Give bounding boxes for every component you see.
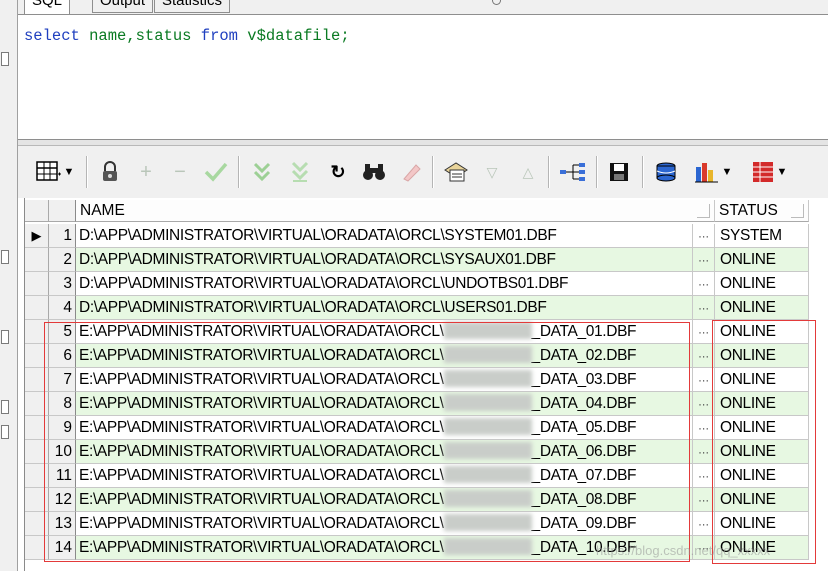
- panel-marker: [1, 425, 9, 439]
- table-icon: [752, 162, 773, 182]
- sql-statement: select name,status from v$datafile;: [24, 27, 350, 45]
- grid-layout-button[interactable]: ▼: [32, 158, 78, 186]
- chart-icon: [694, 163, 718, 183]
- post-edit-icon[interactable]: [202, 158, 230, 186]
- cell-name[interactable]: D:\APP\ADMINISTRATOR\VIRTUAL\ORADATA\ORC…: [76, 272, 693, 296]
- tab-output[interactable]: Output: [92, 0, 154, 13]
- refresh-icon[interactable]: ↻: [326, 158, 350, 186]
- row-selector[interactable]: [25, 248, 49, 272]
- chart-button[interactable]: ▼: [688, 158, 738, 186]
- sort-desc-icon[interactable]: ▽: [480, 158, 504, 186]
- find-icon[interactable]: [360, 158, 388, 186]
- tab-statistics[interactable]: Statistics: [154, 0, 231, 13]
- cell-ellipsis-button[interactable]: ···: [693, 224, 715, 248]
- grid-layout-icon: [35, 161, 61, 181]
- annotation-box-status: [712, 320, 816, 564]
- row-selector[interactable]: [25, 296, 49, 320]
- cell-ellipsis-button[interactable]: ···: [693, 248, 715, 272]
- column-header-status[interactable]: STATUS: [715, 200, 809, 222]
- row-selector[interactable]: [25, 272, 49, 296]
- table-button[interactable]: ▼: [744, 158, 794, 186]
- tab-bar: SQL Output Statistics: [18, 0, 828, 15]
- row-number: 1: [49, 224, 76, 248]
- left-panel-edge: [0, 0, 18, 571]
- cell-ellipsis-button[interactable]: ···: [693, 296, 715, 320]
- table-row[interactable]: 4 D:\APP\ADMINISTRATOR\VIRTUAL\ORADATA\OR…: [25, 296, 809, 320]
- table-row[interactable]: 2 D:\APP\ADMINISTRATOR\VIRTUAL\ORADATA\OR…: [25, 248, 809, 272]
- cell-status[interactable]: ONLINE: [715, 248, 809, 272]
- column-header-name[interactable]: NAME: [76, 200, 715, 222]
- cell-name[interactable]: D:\APP\ADMINISTRATOR\VIRTUAL\ORADATA\ORC…: [76, 248, 693, 272]
- column-resize-grip[interactable]: [697, 204, 710, 218]
- cell-name[interactable]: D:\APP\ADMINISTRATOR\VIRTUAL\ORADATA\ORC…: [76, 296, 693, 320]
- tree-link-icon[interactable]: [558, 158, 588, 186]
- clear-icon[interactable]: [398, 158, 424, 186]
- cell-name[interactable]: D:\APP\ADMINISTRATOR\VIRTUAL\ORADATA\ORC…: [76, 224, 693, 248]
- header-rownum: [49, 200, 76, 222]
- cell-name-prefix: D:\APP\ADMINISTRATOR\VIRTUAL\ORADATA\ORC…: [79, 227, 557, 244]
- lock-icon: [103, 161, 117, 181]
- table-row[interactable]: 3 D:\APP\ADMINISTRATOR\VIRTUAL\ORADATA\OR…: [25, 272, 809, 296]
- row-number: 3: [49, 272, 76, 296]
- sql-editor[interactable]: select name,status from v$datafile;: [18, 14, 828, 140]
- annotation-box-names: [44, 322, 690, 562]
- grid-header: NAME STATUS: [25, 198, 809, 224]
- header-corner: [25, 200, 49, 222]
- add-record-icon[interactable]: +: [134, 158, 158, 186]
- grid-toolbar: ▼ + − ↻ ▽ △ ▼ ▼: [18, 146, 828, 198]
- cell-status[interactable]: ONLINE: [715, 296, 809, 320]
- row-selector[interactable]: ▶: [25, 224, 49, 248]
- watermark: https://blog.csdn.net/qq_xxxxx: [596, 543, 771, 558]
- current-row-marker-icon: ▶: [31, 227, 42, 243]
- chevron-down-icon: ▼: [776, 165, 788, 178]
- export-icon[interactable]: [652, 158, 680, 186]
- move-down-all-icon[interactable]: [288, 158, 312, 186]
- panel-marker: [1, 330, 9, 344]
- remove-record-icon[interactable]: −: [168, 158, 192, 186]
- cell-status[interactable]: ONLINE: [715, 272, 809, 296]
- cell-name-prefix: D:\APP\ADMINISTRATOR\VIRTUAL\ORADATA\ORC…: [79, 299, 547, 316]
- record-view-icon[interactable]: [442, 158, 470, 186]
- cell-status[interactable]: SYSTEM: [715, 224, 809, 248]
- panel-marker: [1, 400, 9, 414]
- row-number: 2: [49, 248, 76, 272]
- sort-asc-icon[interactable]: △: [516, 158, 540, 186]
- table-row[interactable]: ▶ 1 D:\APP\ADMINISTRATOR\VIRTUAL\ORADATA\O…: [25, 224, 809, 248]
- panel-marker: [1, 52, 9, 66]
- chevron-down-icon: ▼: [63, 165, 75, 178]
- cell-ellipsis-button[interactable]: ···: [693, 272, 715, 296]
- cell-name-prefix: D:\APP\ADMINISTRATOR\VIRTUAL\ORADATA\ORC…: [79, 251, 556, 268]
- move-down-icon[interactable]: [250, 158, 274, 186]
- cell-name-prefix: D:\APP\ADMINISTRATOR\VIRTUAL\ORADATA\ORC…: [79, 275, 569, 292]
- lock-button[interactable]: [98, 158, 122, 186]
- column-resize-grip[interactable]: [791, 204, 804, 218]
- chevron-down-icon: ▼: [721, 165, 733, 178]
- row-number: 4: [49, 296, 76, 320]
- save-icon[interactable]: [606, 158, 632, 186]
- tab-sql[interactable]: SQL: [24, 0, 71, 15]
- panel-marker: [1, 250, 9, 264]
- splitter-grip[interactable]: [492, 0, 501, 5]
